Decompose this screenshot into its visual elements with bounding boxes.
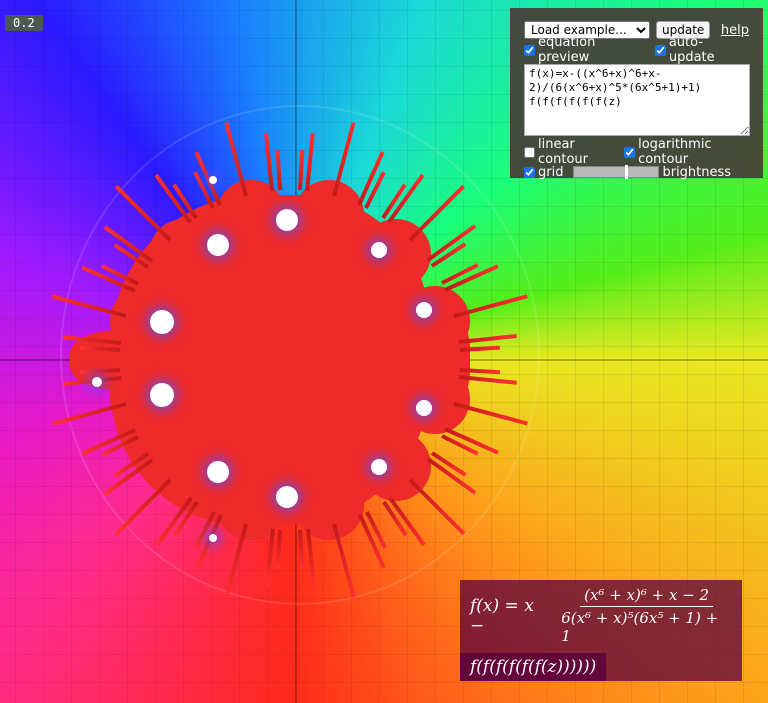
auto-update-label: auto-update [668,35,715,65]
logarithmic-contour-checkbox[interactable] [624,146,636,158]
formula-line-2: f(f(f(f(f(f(z)))))) [460,653,607,681]
formula-numerator: (x⁶ + x)⁶ + x − 2 [580,586,714,607]
linear-contour-option[interactable]: linear contour [524,137,612,167]
fractal-root-point [276,209,298,231]
formula-line-1: f(x) = x − (x⁶ + x)⁶ + x − 2 6(x⁶ + x)⁵(… [460,580,742,651]
equation-preview-box: f(x) = x − (x⁶ + x)⁶ + x − 2 6(x⁶ + x)⁵(… [460,580,742,681]
equation-editor[interactable] [524,64,750,136]
zoom-scale-label: 0.2 [5,15,43,31]
auto-update-option[interactable]: auto-update [654,35,743,65]
fractal-lobe [216,469,287,540]
brightness-label: brightness [662,164,732,180]
brightness-slider[interactable] [573,165,660,179]
equation-preview-checkbox[interactable] [524,44,535,56]
brightness-slider-thumb[interactable] [624,165,628,179]
control-panel: Load example... update help equation pre… [510,8,763,180]
fractal-root-point [209,176,217,184]
equation-preview-label: equation preview [538,35,596,65]
fractal-lobe [399,285,470,356]
grid-line-horizontal [0,682,768,683]
fractal-root-point [416,302,432,318]
formula-denominator: 6(x⁶ + x)⁵(6x⁵ + 1) + 1 [561,609,719,645]
fractal-lobe [294,469,365,540]
fractal-root-point [416,400,432,416]
fractal-root-point [92,377,102,387]
linear-contour-checkbox[interactable] [524,146,535,158]
fractal-root-point [371,242,387,258]
fractal-root-point [209,534,217,542]
logarithmic-contour-option[interactable]: logarithmic contour [624,137,743,167]
preview-options-row: equation preview auto-update [524,35,755,65]
grid-label: grid [538,164,564,180]
fractal-root-point [207,234,229,256]
fractal-root-point [276,486,298,508]
formula-fraction: (x⁶ + x)⁶ + x − 2 6(x⁶ + x)⁵(6x⁵ + 1) + … [561,586,732,645]
fractal-root-point [150,383,174,407]
equation-preview-option[interactable]: equation preview [524,35,643,65]
contour-options-row: linear contour logarithmic contour [524,137,755,167]
auto-update-checkbox[interactable] [654,44,666,56]
logarithmic-contour-label: logarithmic contour [638,137,712,167]
grid-checkbox[interactable] [524,166,535,178]
formula-lhs: f(x) = x − [470,595,534,636]
linear-contour-label: linear contour [538,137,588,167]
fractal-root-point [150,310,174,334]
grid-option[interactable]: grid [524,165,563,180]
fractal-root-point [207,461,229,483]
fractal-root-point [371,459,387,475]
